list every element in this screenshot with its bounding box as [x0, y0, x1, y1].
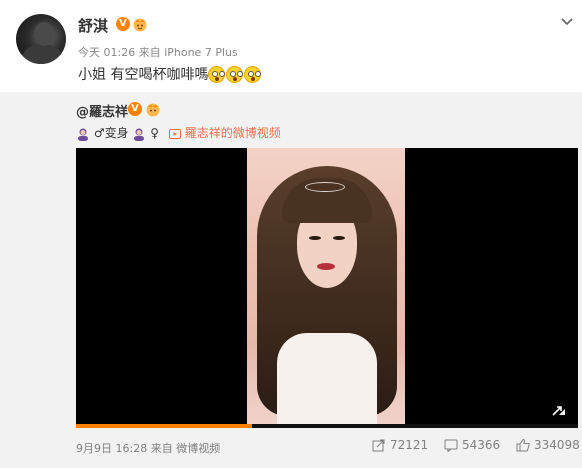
person-emoji-icon [78, 128, 88, 141]
shocked-face-icon [208, 66, 225, 83]
video-subject-lips [317, 263, 335, 270]
video-frame [247, 148, 405, 428]
like-stat[interactable]: 334098 [516, 437, 580, 453]
video-progress-bar[interactable] [76, 424, 578, 428]
post-meta: 今天 01:26 来自 iPhone 7 Plus [78, 44, 238, 60]
verified-icon: V [116, 17, 130, 31]
vip-crown-icon [146, 103, 160, 117]
video-halo [305, 182, 345, 192]
expand-icon[interactable] [550, 400, 568, 418]
repost-icon [372, 439, 385, 452]
repost-meta: 9月9日 16:28 来自 微博视频 [76, 440, 220, 456]
video-subject-shirt [277, 333, 377, 428]
post-time[interactable]: 今天 01:26 [78, 46, 135, 59]
video-link-icon [168, 128, 181, 139]
like-count: 334098 [534, 438, 580, 452]
comment-count: 54366 [462, 438, 501, 452]
vip-crown-icon [133, 18, 147, 32]
repost-author[interactable]: @羅志祥 [76, 101, 128, 120]
repost-date[interactable]: 9月9日 16:28 [76, 442, 147, 455]
repost-text: ♂变身 ♀ 羅志祥的微博视频 [76, 124, 281, 141]
shocked-face-icon [226, 66, 243, 83]
repost-count: 72121 [390, 438, 429, 452]
comment-icon [444, 439, 458, 452]
avatar[interactable] [16, 14, 66, 64]
thumbs-up-icon [516, 438, 530, 452]
post-source: 来自 iPhone 7 Plus [138, 46, 238, 59]
video-subject-eye [309, 236, 321, 240]
video-player[interactable] [76, 148, 578, 428]
video-subject-eye [333, 236, 345, 240]
video-progress-fill [76, 424, 252, 428]
repost-source: 来自 微博视频 [150, 442, 221, 455]
username[interactable]: 舒淇 [78, 15, 108, 36]
person-emoji-icon [134, 128, 145, 141]
chevron-down-icon[interactable] [560, 14, 574, 28]
shocked-face-icon [244, 66, 261, 83]
post-text: 小姐 有空喝杯咖啡嗎 [78, 67, 209, 83]
comment-stat[interactable]: 54366 [444, 437, 500, 453]
avatar-head [34, 22, 54, 46]
repost-card: @羅志祥 V ♂变身 ♀ 羅志祥的微博视频 9月9日 16:28 来自 微博视频… [0, 92, 582, 468]
emoji-group [208, 64, 262, 83]
post-card: 舒淇 V 今天 01:26 来自 iPhone 7 Plus 小姐 有空喝杯咖啡… [0, 0, 582, 92]
repost-text-middle: ♂变身 [93, 126, 129, 140]
repost-text-after: ♀ [150, 126, 160, 140]
repost-stat[interactable]: 72121 [372, 437, 428, 453]
avatar-silhouette [22, 44, 62, 64]
video-link[interactable]: 羅志祥的微博视频 [185, 126, 281, 140]
verified-icon: V [128, 102, 142, 116]
